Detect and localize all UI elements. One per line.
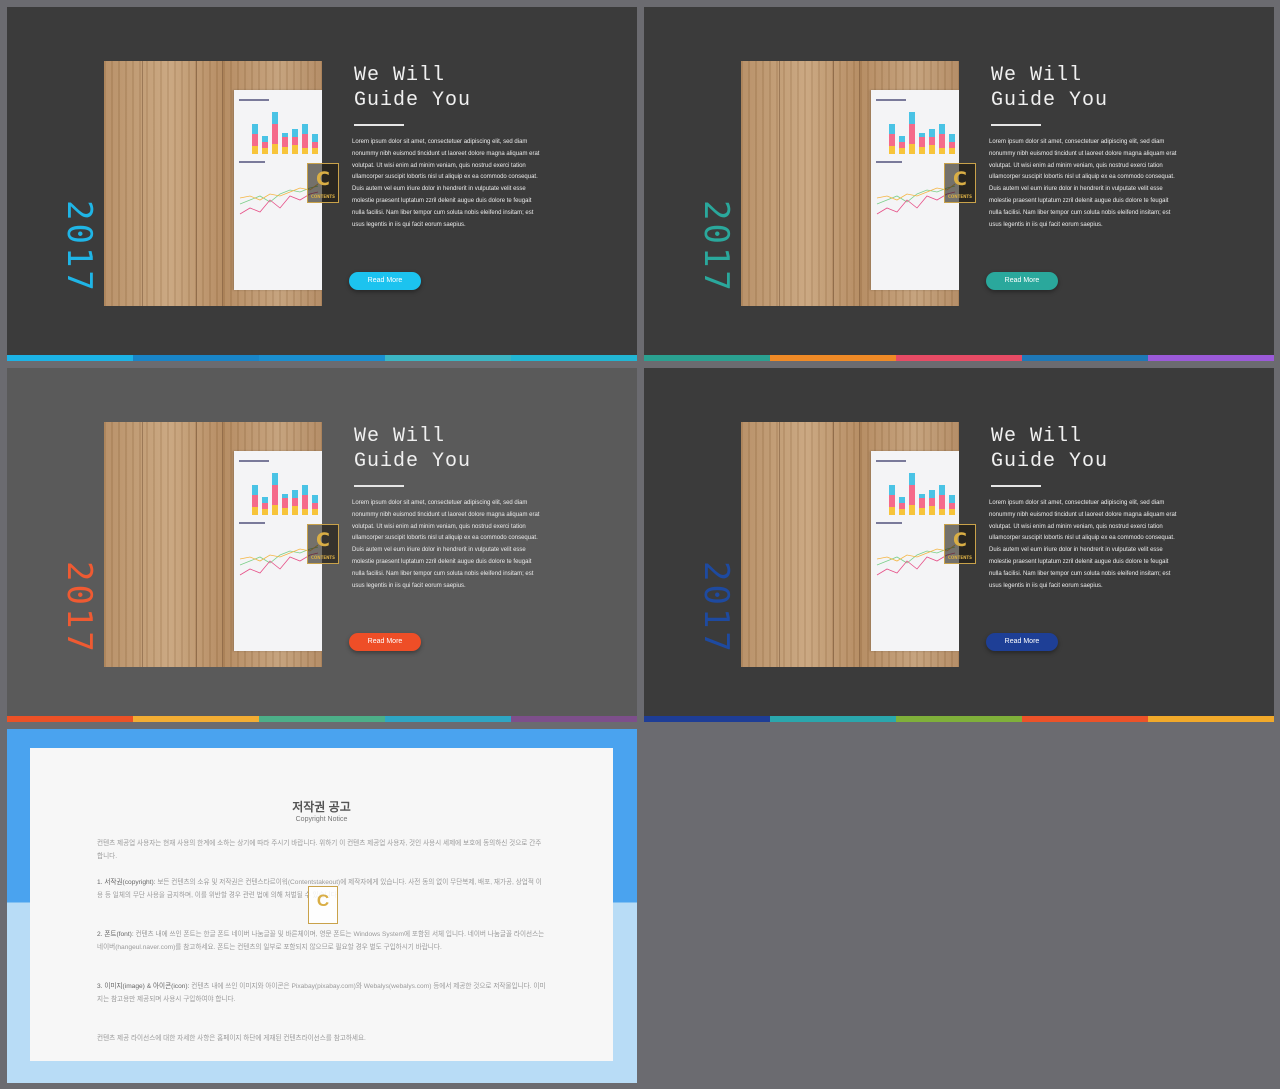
body-text: Lorem ipsum dolor sit amet, consectetuer… [352,500,540,589]
desk-photo [741,422,959,667]
slide-title: We Will Guide You [991,425,1109,473]
contents-logo: C CONTENTS [307,163,339,203]
copyright-subtitle: Copyright Notice [295,816,348,823]
read-more-button[interactable]: Read More [986,633,1058,651]
copyright-section-2: 2. 폰트(font): 컨텐츠 내에 쓰인 폰트는 한글 폰트 네이버 나눔글… [97,931,545,951]
title-underline [354,124,404,126]
copyright-card: 저작권 공고 Copyright Notice 컨텐츠 제공업 사용자는 현재 … [30,748,613,1061]
contents-logo: C CONTENTS [307,524,339,564]
copyright-intro: 컨텐츠 제공업 사용자는 현재 사용의 한계에 소하는 상기에 따라 주시기 바… [97,840,542,860]
desk-photo [104,422,322,667]
color-stripe [7,716,637,722]
title-underline [354,485,404,487]
body-text: Lorem ipsum dolor sit amet, consectetuer… [989,139,1177,228]
copyright-section-3: 3. 이미지(image) & 아이콘(icon): 컨텐츠 내에 쓰인 이미지… [97,983,546,1003]
year-label: 2017 [59,561,99,655]
read-more-button[interactable]: Read More [986,272,1058,290]
contents-logo: C CONTENTS [944,163,976,203]
color-stripe [644,716,1274,722]
color-stripe [644,355,1274,361]
slide-title: We Will Guide You [354,425,472,473]
read-more-button[interactable]: Read More [349,272,421,290]
copyright-footer: 컨텐츠 제공 라이선스에 대한 자세한 사항은 홈페이지 하단에 게재된 컨텐츠… [97,1035,366,1042]
slide-4[interactable]: 2017 CCONTENTS We Will Guide You Lorem [644,368,1274,722]
title-underline [991,485,1041,487]
contents-logo: C CONTENTS [944,524,976,564]
desk-photo [104,61,322,306]
copyright-slide[interactable]: 저작권 공고 Copyright Notice 컨텐츠 제공업 사용자는 현재 … [7,729,637,1083]
year-label: 2017 [696,200,736,294]
slide-3[interactable]: 2017 CCONTENTS We Will Guide You Lorem [7,368,637,722]
body-text: Lorem ipsum dolor sit amet, consectetuer… [989,500,1177,589]
read-more-button[interactable]: Read More [349,633,421,651]
slide-1[interactable]: 2017 CCONTENTS We Will Guide You Lorem [7,7,637,361]
slide-title: We Will Guide You [991,64,1109,112]
color-stripe [7,355,637,361]
year-label: 2017 [59,200,99,294]
copyright-title: 저작권 공고 [292,800,351,814]
title-underline [991,124,1041,126]
slide-title: We Will Guide You [354,64,472,112]
slide-2[interactable]: 2017 CCONTENTS We Will Guide You Lorem [644,7,1274,361]
body-text: Lorem ipsum dolor sit amet, consectetuer… [352,139,540,228]
desk-photo [741,61,959,306]
contents-logo: C [308,886,338,924]
year-label: 2017 [696,561,736,655]
